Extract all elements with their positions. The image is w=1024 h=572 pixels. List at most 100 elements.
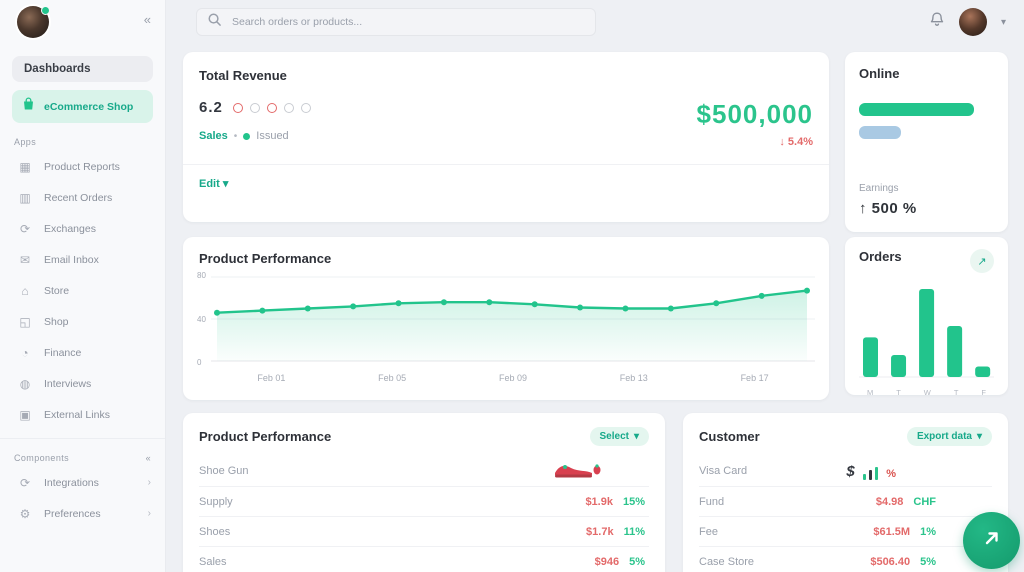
trend-chart-icon[interactable]: ↗ [970,249,994,273]
revenue-change: ↓ 5.4% [697,136,813,148]
refresh-icon: ⟳ [18,222,32,236]
sidebar-item-label: Shop [44,316,69,328]
dot-icon [250,103,260,113]
dot-icon [233,103,243,113]
mail-icon: ✉ [18,253,32,267]
search-input[interactable] [232,16,585,28]
card-title: Orders [859,249,902,264]
orders-bar-chart [859,281,994,386]
chevron-right-icon: › [148,508,151,519]
metric-row[interactable]: Case Store $506.40 5% [699,546,992,572]
link-icon: ▣ [18,408,32,422]
orders-card: Orders ↗ M T W T F [845,237,1008,395]
sidebar-collapse-icon[interactable]: « [144,12,151,27]
card-title: Total Revenue [199,68,813,83]
metric-value: $4.98 [876,496,904,508]
sidebar-item-integrations[interactable]: ⟳ Integrations › [0,467,165,498]
search-icon [207,12,222,32]
export-data-dropdown[interactable]: Export data ▾ [907,427,992,446]
sidebar-item-finance[interactable]: ◔ Finance [0,337,165,368]
grid-icon: ▦ [18,160,32,174]
metric-value: $946 [595,556,619,568]
metric-row[interactable]: Supply $1.9k 15% [199,486,649,516]
metric-percent: 5% [920,556,936,568]
shopping-bag-icon [22,97,35,116]
dollar-icon: $ [846,463,854,480]
sidebar-submenu: ⟳ Integrations › ⚙ Preferences › [0,467,165,529]
select-dropdown[interactable]: Select ▾ [590,427,650,446]
sidebar-item-ecommerce-shop[interactable]: eCommerce Shop [12,90,153,123]
total-revenue-card: Total Revenue 6.2 Sales • Issued $ [183,52,829,222]
integrations-icon: ⟳ [18,476,32,490]
sidebar-item-interviews[interactable]: ◍ Interviews [0,368,165,399]
orders-icon: ▥ [18,191,32,205]
revenue-amount: $500,000 [697,99,813,130]
metric-value: $506.40 [870,556,910,568]
metric-value: $1.9k [585,496,613,508]
chevron-down-icon[interactable]: ▾ [1001,17,1006,28]
chevron-down-icon: ▾ [634,431,639,442]
arrow-up-right-icon [982,528,1002,553]
customer-name: Visa Card [699,465,747,477]
legend-separator: • [234,131,238,142]
topbar-right: ▾ [929,8,1006,36]
x-axis-labels: Feb 01 Feb 05 Feb 09 Feb 13 Feb 17 [211,373,815,383]
metric-row[interactable]: Fund $4.98 CHF [699,486,992,516]
sidebar-item-label: Interviews [44,378,91,390]
metric-percent: 1% [920,526,936,538]
y-axis-ticks: 80 40 0 [197,271,206,367]
metric-row[interactable]: Fee $61.5M 1% [699,516,992,546]
sidebar-item-shop[interactable]: ◱ Shop [0,306,165,337]
percent-badge: % [886,468,896,480]
product-name: Shoe Gun [199,465,249,477]
sidebar-item-label: Email Inbox [44,254,99,266]
sidebar-item-recent-orders[interactable]: ▥ Recent Orders [0,182,165,213]
metric-value: $1.7k [586,526,614,538]
card-divider [183,164,829,165]
sidebar-item-preferences[interactable]: ⚙ Preferences › [0,498,165,529]
metric-row[interactable]: Shoes $1.7k 11% [199,516,649,546]
metric-percent: 5% [629,556,645,568]
earnings-value: ↑ 500 % [859,200,994,217]
sidebar-item-external-links[interactable]: ▣ External Links [0,399,165,430]
legend-sales[interactable]: Sales [199,130,228,142]
edit-dropdown[interactable]: Edit ▾ [199,177,813,190]
sidebar-item-product-reports[interactable]: ▦ Product Reports [0,151,165,182]
metric-percent: CHF [913,496,936,508]
users-icon: ◍ [18,377,32,391]
metric-percent: 15% [623,496,645,508]
metric-row[interactable]: Sales $946 5% [199,546,649,572]
sidebar-item-store[interactable]: ⌂ Store [0,275,165,306]
bar-chart-categories: M T W T F [859,388,994,395]
sidebar-divider [0,438,165,439]
product-row[interactable]: Shoe Gun [199,456,649,486]
sidebar-item-label: Integrations [44,477,99,489]
customer-summary-row[interactable]: Visa Card $ % [699,456,992,486]
user-avatar[interactable] [959,8,987,36]
online-card: Online Earnings ↑ 500 % [845,52,1008,232]
sidebar-item-label: External Links [44,409,110,421]
sidebar-logo-row: « [0,0,165,46]
sidebar-item-exchanges[interactable]: ⟳ Exchanges [0,213,165,244]
performance-line-chart [211,269,815,369]
workspace-avatar[interactable] [17,6,49,38]
sidebar-item-label: Store [44,285,69,297]
search-box[interactable] [196,8,596,36]
bell-icon[interactable] [929,11,945,33]
mini-bars-icon [863,467,879,480]
sidebar-item-label: Exchanges [44,223,96,235]
workspace-select[interactable]: Dashboards [12,56,153,82]
sidebar-item-email-inbox[interactable]: ✉ Email Inbox [0,244,165,275]
dot-icon [267,103,277,113]
chevron-left-icon[interactable]: « [146,453,151,463]
sidebar-item-label: eCommerce Shop [44,101,133,113]
sidebar-menu: ▦ Product Reports ▥ Recent Orders ⟳ Exch… [0,151,165,430]
sidebar-item-label: Finance [44,347,81,359]
quick-action-button[interactable] [963,512,1020,569]
sidebar-section-components: Components « [14,453,151,463]
customer-card: Customer Export data ▾ Visa Card $ % Fun… [683,413,1008,572]
sidebar-item-label: Product Reports [44,161,120,173]
metric-percent: 11% [624,526,645,538]
chevron-down-icon: ▾ [223,178,229,190]
mini-stat-value: 6.2 [199,99,223,116]
